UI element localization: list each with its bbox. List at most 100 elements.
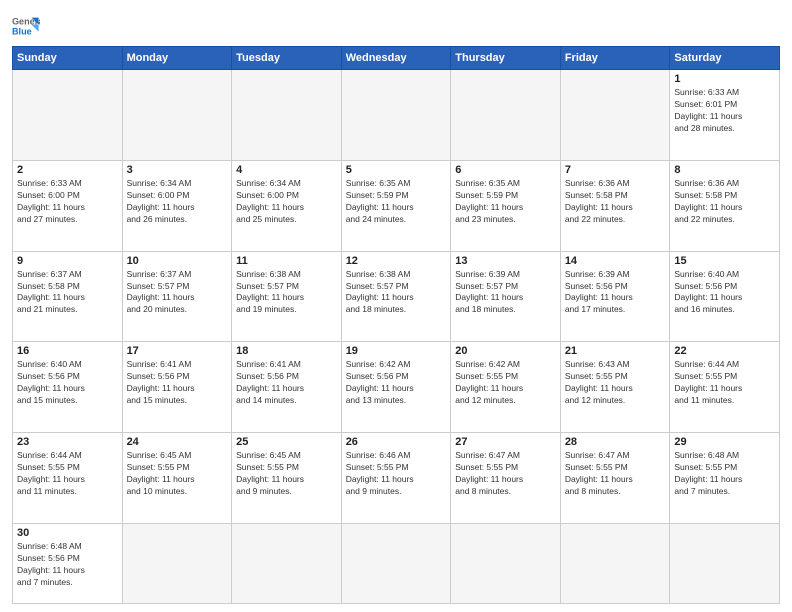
- weekday-header: Saturday: [670, 47, 780, 70]
- calendar-cell: 15 Sunrise: 6:40 AMSunset: 5:56 PMDayligh…: [670, 251, 780, 342]
- weekday-header: Sunday: [13, 47, 123, 70]
- calendar-cell: 1Sunrise: 6:33 AMSunset: 6:01 PMDaylight…: [670, 70, 780, 161]
- calendar-cell: 21 Sunrise: 6:43 AMSunset: 5:55 PMDayligh…: [560, 342, 670, 433]
- calendar-cell: [232, 524, 342, 604]
- day-info: Sunrise: 6:33 AMSunset: 6:01 PMDaylight:…: [674, 87, 775, 135]
- weekday-header: Thursday: [451, 47, 561, 70]
- day-info: Sunrise: 6:36 AMSunset: 5:58 PMDaylight:…: [565, 178, 666, 226]
- logo-icon: General Blue: [12, 12, 40, 40]
- calendar-cell: 14Sunrise: 6:39 AMSunset: 5:56 PMDayligh…: [560, 251, 670, 342]
- day-number: 23: [17, 436, 118, 448]
- calendar-cell: 3 Sunrise: 6:34 AMSunset: 6:00 PMDaylight…: [122, 160, 232, 251]
- day-info: Sunrise: 6:38 AMSunset: 5:57 PMDaylight:…: [346, 269, 447, 317]
- calendar-cell: 16 Sunrise: 6:40 AMSunset: 5:56 PMDayligh…: [13, 342, 123, 433]
- day-number: 26: [346, 436, 447, 448]
- calendar-cell: 9Sunrise: 6:37 AMSunset: 5:58 PMDaylight…: [13, 251, 123, 342]
- day-number: 21: [565, 345, 666, 357]
- day-number: 28: [565, 436, 666, 448]
- day-number: 12: [346, 255, 447, 267]
- day-info: Sunrise: 6:34 AMSunset: 6:00 PMDaylight:…: [236, 178, 337, 226]
- day-number: 22: [674, 345, 775, 357]
- calendar-cell: 11Sunrise: 6:38 AMSunset: 5:57 PMDayligh…: [232, 251, 342, 342]
- day-number: 4: [236, 164, 337, 176]
- calendar-cell: 25 Sunrise: 6:45 AMSunset: 5:55 PMDayligh…: [232, 433, 342, 524]
- calendar-week-row: 16 Sunrise: 6:40 AMSunset: 5:56 PMDayligh…: [13, 342, 780, 433]
- calendar-cell: [560, 70, 670, 161]
- calendar-table: SundayMondayTuesdayWednesdayThursdayFrid…: [12, 46, 780, 604]
- day-number: 24: [127, 436, 228, 448]
- day-info: Sunrise: 6:43 AMSunset: 5:55 PMDaylight:…: [565, 359, 666, 407]
- day-info: Sunrise: 6:36 AMSunset: 5:58 PMDaylight:…: [674, 178, 775, 226]
- day-number: 27: [455, 436, 556, 448]
- day-number: 15: [674, 255, 775, 267]
- day-info: Sunrise: 6:40 AMSunset: 5:56 PMDaylight:…: [17, 359, 118, 407]
- calendar-cell: [560, 524, 670, 604]
- day-info: Sunrise: 6:47 AMSunset: 5:55 PMDaylight:…: [455, 450, 556, 498]
- calendar-cell: [122, 70, 232, 161]
- day-number: 2: [17, 164, 118, 176]
- weekday-header: Wednesday: [341, 47, 451, 70]
- calendar-cell: 24Sunrise: 6:45 AMSunset: 5:55 PMDayligh…: [122, 433, 232, 524]
- calendar-cell: 13 Sunrise: 6:39 AMSunset: 5:57 PMDayligh…: [451, 251, 561, 342]
- day-number: 8: [674, 164, 775, 176]
- calendar-week-row: 1Sunrise: 6:33 AMSunset: 6:01 PMDaylight…: [13, 70, 780, 161]
- day-info: Sunrise: 6:33 AMSunset: 6:00 PMDaylight:…: [17, 178, 118, 226]
- day-info: Sunrise: 6:42 AMSunset: 5:55 PMDaylight:…: [455, 359, 556, 407]
- day-number: 5: [346, 164, 447, 176]
- header: General Blue: [12, 10, 780, 40]
- calendar-cell: 28 Sunrise: 6:47 AMSunset: 5:55 PMDayligh…: [560, 433, 670, 524]
- day-number: 3: [127, 164, 228, 176]
- calendar-cell: 20 Sunrise: 6:42 AMSunset: 5:55 PMDayligh…: [451, 342, 561, 433]
- calendar-cell: [122, 524, 232, 604]
- calendar-week-row: 9Sunrise: 6:37 AMSunset: 5:58 PMDaylight…: [13, 251, 780, 342]
- calendar-cell: [341, 524, 451, 604]
- calendar-cell: 7 Sunrise: 6:36 AMSunset: 5:58 PMDaylight…: [560, 160, 670, 251]
- calendar-cell: 18 Sunrise: 6:41 AMSunset: 5:56 PMDayligh…: [232, 342, 342, 433]
- calendar-cell: 2 Sunrise: 6:33 AMSunset: 6:00 PMDaylight…: [13, 160, 123, 251]
- day-info: Sunrise: 6:35 AMSunset: 5:59 PMDaylight:…: [346, 178, 447, 226]
- day-info: Sunrise: 6:40 AMSunset: 5:56 PMDaylight:…: [674, 269, 775, 317]
- page: General Blue SundayMondayTuesdayWednesda…: [0, 0, 792, 612]
- day-info: Sunrise: 6:42 AMSunset: 5:56 PMDaylight:…: [346, 359, 447, 407]
- day-info: Sunrise: 6:48 AMSunset: 5:55 PMDaylight:…: [674, 450, 775, 498]
- day-number: 20: [455, 345, 556, 357]
- day-number: 29: [674, 436, 775, 448]
- weekday-header: Friday: [560, 47, 670, 70]
- day-info: Sunrise: 6:48 AMSunset: 5:56 PMDaylight:…: [17, 541, 118, 589]
- calendar-cell: 29 Sunrise: 6:48 AMSunset: 5:55 PMDayligh…: [670, 433, 780, 524]
- day-info: Sunrise: 6:39 AMSunset: 5:57 PMDaylight:…: [455, 269, 556, 317]
- calendar-cell: [232, 70, 342, 161]
- calendar-cell: [341, 70, 451, 161]
- day-info: Sunrise: 6:41 AMSunset: 5:56 PMDaylight:…: [236, 359, 337, 407]
- svg-text:Blue: Blue: [12, 26, 32, 36]
- logo: General Blue: [12, 14, 40, 40]
- calendar-cell: 8 Sunrise: 6:36 AMSunset: 5:58 PMDaylight…: [670, 160, 780, 251]
- calendar-cell: 12 Sunrise: 6:38 AMSunset: 5:57 PMDayligh…: [341, 251, 451, 342]
- day-info: Sunrise: 6:47 AMSunset: 5:55 PMDaylight:…: [565, 450, 666, 498]
- day-number: 13: [455, 255, 556, 267]
- calendar-cell: [670, 524, 780, 604]
- day-info: Sunrise: 6:44 AMSunset: 5:55 PMDaylight:…: [17, 450, 118, 498]
- calendar-cell: 19Sunrise: 6:42 AMSunset: 5:56 PMDayligh…: [341, 342, 451, 433]
- weekday-header-row: SundayMondayTuesdayWednesdayThursdayFrid…: [13, 47, 780, 70]
- day-number: 18: [236, 345, 337, 357]
- day-info: Sunrise: 6:41 AMSunset: 5:56 PMDaylight:…: [127, 359, 228, 407]
- day-number: 10: [127, 255, 228, 267]
- day-number: 25: [236, 436, 337, 448]
- day-number: 17: [127, 345, 228, 357]
- day-info: Sunrise: 6:45 AMSunset: 5:55 PMDaylight:…: [236, 450, 337, 498]
- day-number: 16: [17, 345, 118, 357]
- day-info: Sunrise: 6:34 AMSunset: 6:00 PMDaylight:…: [127, 178, 228, 226]
- day-info: Sunrise: 6:37 AMSunset: 5:57 PMDaylight:…: [127, 269, 228, 317]
- calendar-cell: 30Sunrise: 6:48 AMSunset: 5:56 PMDayligh…: [13, 524, 123, 604]
- calendar-cell: 23 Sunrise: 6:44 AMSunset: 5:55 PMDayligh…: [13, 433, 123, 524]
- day-number: 6: [455, 164, 556, 176]
- calendar-week-row: 2 Sunrise: 6:33 AMSunset: 6:00 PMDaylight…: [13, 160, 780, 251]
- day-number: 7: [565, 164, 666, 176]
- calendar-cell: [451, 524, 561, 604]
- day-info: Sunrise: 6:39 AMSunset: 5:56 PMDaylight:…: [565, 269, 666, 317]
- calendar-cell: 17 Sunrise: 6:41 AMSunset: 5:56 PMDayligh…: [122, 342, 232, 433]
- calendar-cell: [451, 70, 561, 161]
- calendar-cell: 10 Sunrise: 6:37 AMSunset: 5:57 PMDayligh…: [122, 251, 232, 342]
- calendar-cell: 4 Sunrise: 6:34 AMSunset: 6:00 PMDaylight…: [232, 160, 342, 251]
